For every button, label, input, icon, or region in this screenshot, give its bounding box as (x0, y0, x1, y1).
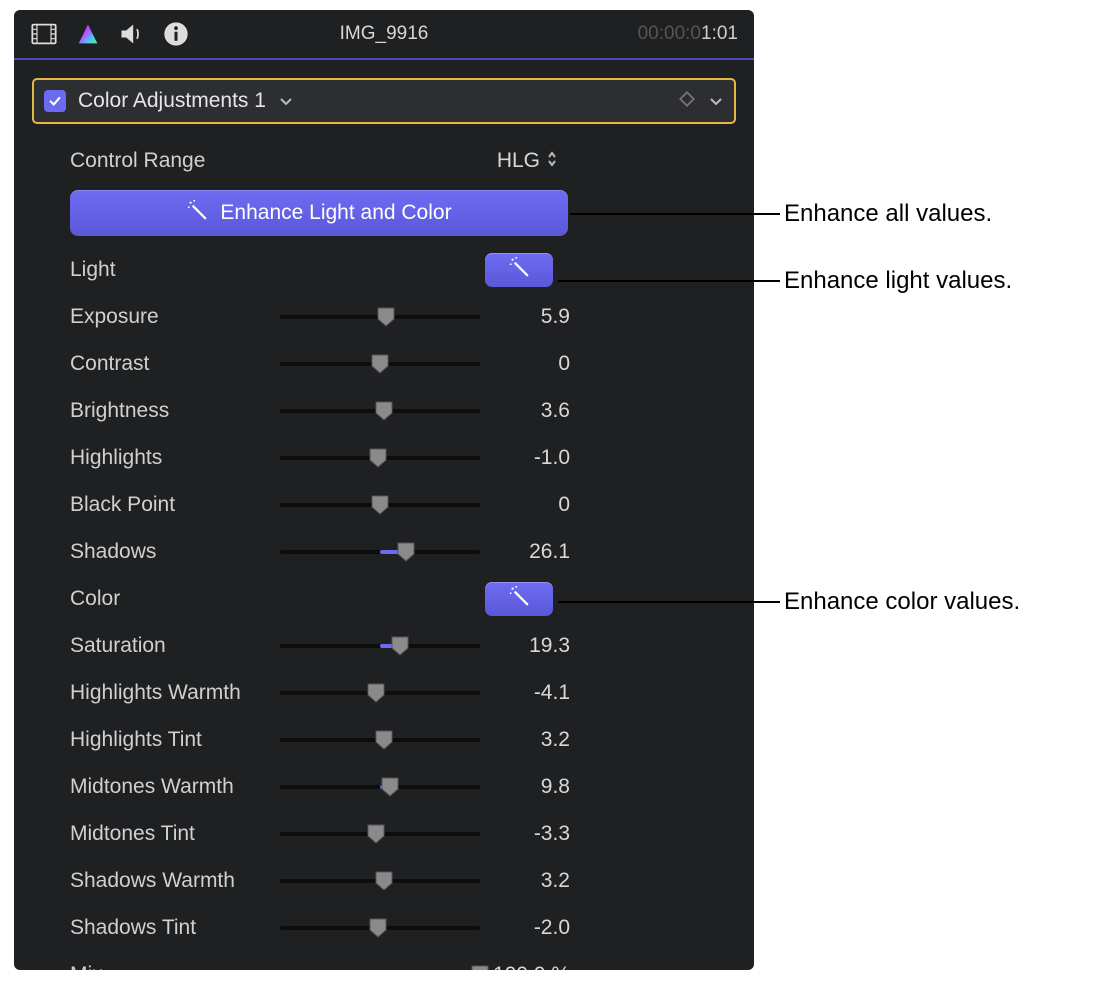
brightness-value[interactable]: 3.6 (480, 399, 570, 423)
light-section-label: Light (70, 258, 485, 282)
midtones_warmth-row: Midtones Warmth 9.8 (14, 763, 754, 810)
chevron-down-icon[interactable] (278, 93, 294, 109)
shadows_tint-slider[interactable] (280, 918, 480, 938)
info-icon[interactable] (162, 20, 190, 48)
brightness-row: Brightness 3.6 (14, 387, 754, 434)
film-icon[interactable] (30, 20, 58, 48)
mix-row: Mix 100.0 % (14, 951, 754, 970)
midtones_warmth-label: Midtones Warmth (70, 775, 280, 799)
enhance-color-button[interactable] (485, 582, 553, 616)
exposure-value[interactable]: 5.9 (480, 305, 570, 329)
control-range-label: Control Range (70, 149, 378, 173)
highlights_warmth-row: Highlights Warmth -4.1 (14, 669, 754, 716)
keyframe-diamond-icon[interactable] (678, 90, 696, 113)
midtones_warmth-value[interactable]: 9.8 (480, 775, 570, 799)
highlights_tint-label: Highlights Tint (70, 728, 280, 752)
effect-menu-chevron-icon[interactable] (708, 93, 724, 109)
wand-icon (186, 199, 208, 227)
midtones_tint-row: Midtones Tint -3.3 (14, 810, 754, 857)
shadows_warmth-value[interactable]: 3.2 (480, 869, 570, 893)
saturation-label: Saturation (70, 634, 280, 658)
black_point-slider[interactable] (280, 495, 480, 515)
effect-header[interactable]: Color Adjustments 1 (32, 78, 736, 124)
highlights_warmth-value[interactable]: -4.1 (480, 681, 570, 705)
wand-icon (508, 256, 530, 284)
black_point-label: Black Point (70, 493, 280, 517)
highlights-slider[interactable] (280, 448, 480, 468)
highlights_warmth-label: Highlights Warmth (70, 681, 280, 705)
brightness-label: Brightness (70, 399, 280, 423)
saturation-slider[interactable] (280, 636, 480, 656)
midtones_tint-slider[interactable] (280, 824, 480, 844)
enhance-light-button[interactable] (485, 253, 553, 287)
highlights_warmth-slider[interactable] (280, 683, 480, 703)
shadows_tint-value[interactable]: -2.0 (480, 916, 570, 940)
shadows_warmth-row: Shadows Warmth 3.2 (14, 857, 754, 904)
contrast-row: Contrast 0 (14, 340, 754, 387)
control-range-row: Control Range HLG (14, 138, 754, 184)
exposure-row: Exposure 5.9 (14, 293, 754, 340)
midtones_tint-value[interactable]: -3.3 (480, 822, 570, 846)
timecode: 00:00:01:01 (638, 10, 738, 58)
brightness-slider[interactable] (280, 401, 480, 421)
callout-enhance-color: Enhance color values. (558, 588, 1020, 616)
callout-enhance-light: Enhance light values. (558, 267, 1012, 295)
shadows_warmth-label: Shadows Warmth (70, 869, 280, 893)
black_point-value[interactable]: 0 (480, 493, 570, 517)
highlights_tint-value[interactable]: 3.2 (480, 728, 570, 752)
exposure-label: Exposure (70, 305, 280, 329)
shadows_tint-label: Shadows Tint (70, 916, 280, 940)
mix-slider[interactable] (280, 965, 480, 971)
highlights_tint-slider[interactable] (280, 730, 480, 750)
inspector-panel: IMG_9916 00:00:01:01 Color Adjustments 1… (14, 10, 754, 970)
effect-enabled-checkbox[interactable] (44, 90, 66, 112)
saturation-row: Saturation 19.3 (14, 622, 754, 669)
mix-label: Mix (70, 963, 280, 971)
volume-icon[interactable] (118, 20, 146, 48)
midtones_tint-label: Midtones Tint (70, 822, 280, 846)
contrast-value[interactable]: 0 (480, 352, 570, 376)
highlights-value[interactable]: -1.0 (480, 446, 570, 470)
color-icon[interactable] (74, 20, 102, 48)
control-range-select[interactable]: HLG (378, 149, 558, 173)
midtones_warmth-slider[interactable] (280, 777, 480, 797)
stepper-icon (546, 149, 558, 173)
highlights-label: Highlights (70, 446, 280, 470)
highlights-row: Highlights -1.0 (14, 434, 754, 481)
saturation-value[interactable]: 19.3 (480, 634, 570, 658)
effect-name: Color Adjustments 1 (78, 89, 266, 113)
shadows_tint-row: Shadows Tint -2.0 (14, 904, 754, 951)
color-section-label: Color (70, 587, 485, 611)
wand-icon (508, 585, 530, 613)
highlights_tint-row: Highlights Tint 3.2 (14, 716, 754, 763)
exposure-slider[interactable] (280, 307, 480, 327)
enhance-button-label: Enhance Light and Color (220, 201, 451, 225)
shadows-value[interactable]: 26.1 (480, 540, 570, 564)
inspector-divider (14, 58, 754, 60)
shadows-label: Shadows (70, 540, 280, 564)
enhance-light-and-color-button[interactable]: Enhance Light and Color (70, 190, 568, 236)
shadows-slider[interactable] (280, 542, 480, 562)
contrast-label: Contrast (70, 352, 280, 376)
mix-value[interactable]: 100.0 % (480, 963, 570, 971)
shadows-row: Shadows 26.1 (14, 528, 754, 575)
contrast-slider[interactable] (280, 354, 480, 374)
black_point-row: Black Point 0 (14, 481, 754, 528)
shadows_warmth-slider[interactable] (280, 871, 480, 891)
callout-enhance-all: Enhance all values. (570, 200, 992, 228)
